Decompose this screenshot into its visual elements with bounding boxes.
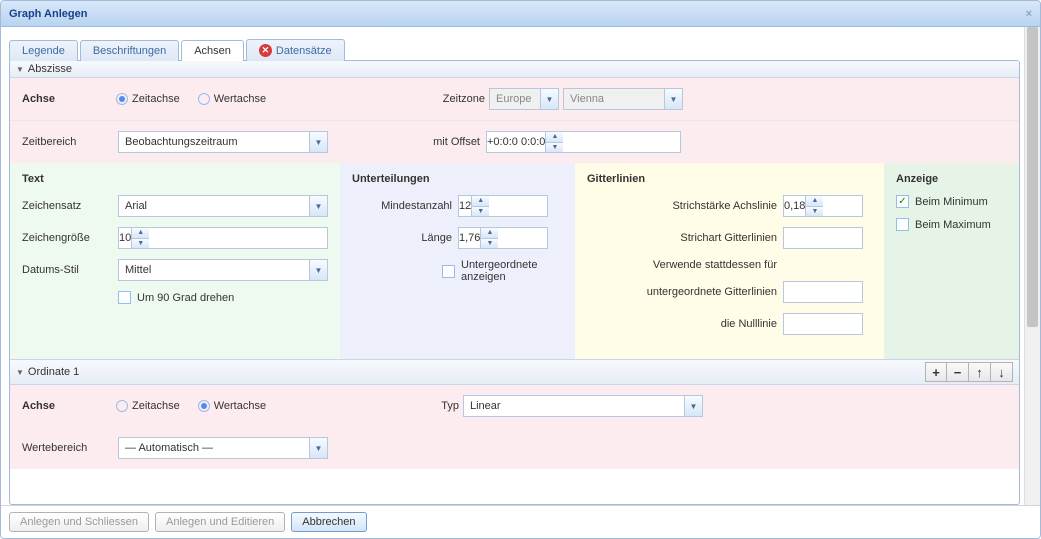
mindestanzahl-spinner[interactable]: 12 ▲▼ (458, 195, 548, 217)
move-up-button[interactable]: ↑ (969, 362, 991, 382)
spin-up-icon[interactable]: ▲ (546, 132, 563, 143)
verwende-label: Verwende stattdessen für (587, 259, 777, 271)
zeitbereich-combo[interactable]: Beobachtungszeitraum▼ (118, 131, 328, 153)
offset-spinner[interactable]: +0:0:0 0:0:0 ▲▼ (486, 131, 681, 153)
abszisse-header[interactable]: ▼ Abszisse (10, 61, 1019, 78)
abszisse-zeitbereich-row: Zeitbereich Beobachtungszeitraum▼ mit Of… (10, 121, 1019, 163)
beim-min-checkbox[interactable]: ✓Beim Minimum (896, 195, 988, 208)
nulllinie-label: die Nulllinie (587, 318, 777, 330)
strichart-label: Strichart Gitterlinien (587, 232, 777, 244)
zeitzone-label: Zeitzone (415, 93, 485, 105)
zeichengroesse-spinner[interactable]: 10 ▲▼ (118, 227, 328, 249)
remove-button[interactable]: − (947, 362, 969, 382)
spin-up-icon[interactable]: ▲ (806, 196, 823, 207)
move-down-button[interactable]: ↓ (991, 362, 1013, 382)
chevron-down-icon: ▼ (684, 396, 702, 416)
strichart-input[interactable] (783, 227, 863, 249)
zeitzone-city-combo[interactable]: Vienna▼ (563, 88, 683, 110)
strichstaerke-label: Strichstärke Achslinie (587, 200, 777, 212)
zeichengroesse-label: Zeichengröße (22, 232, 112, 244)
typ-label: Typ (419, 400, 459, 412)
anlegen-schliessen-button[interactable]: Anlegen und Schliessen (9, 512, 149, 532)
mindestanzahl-label: Mindestanzahl (352, 200, 452, 212)
ord-achse-label: Achse (22, 400, 112, 412)
untergeordnete-gitter-input[interactable] (783, 281, 863, 303)
wertebereich-combo[interactable]: — Automatisch —▼ (118, 437, 328, 459)
ord-radio-zeitachse[interactable]: Zeitachse (116, 400, 180, 412)
collapse-icon: ▼ (16, 368, 24, 377)
achse-label: Achse (22, 93, 112, 105)
laenge-spinner[interactable]: 1,76 ▲▼ (458, 227, 548, 249)
untergeordnete-anzeigen-checkbox[interactable]: Untergeordnete anzeigen (442, 259, 561, 283)
spin-down-icon[interactable]: ▼ (481, 239, 498, 249)
close-icon[interactable]: × (1026, 8, 1032, 20)
ord-radio-wertachse[interactable]: Wertachse (198, 400, 266, 412)
strichstaerke-spinner[interactable]: 0,18 ▲▼ (783, 195, 863, 217)
collapse-icon: ▼ (16, 65, 24, 74)
spin-up-icon[interactable]: ▲ (472, 196, 489, 207)
wertebereich-label: Wertebereich (22, 442, 112, 454)
spin-down-icon[interactable]: ▼ (806, 207, 823, 217)
chevron-down-icon: ▼ (540, 89, 558, 109)
tab-legende[interactable]: Legende (9, 40, 78, 61)
chevron-down-icon: ▼ (309, 132, 327, 152)
button-bar: Anlegen und Schliessen Anlegen und Editi… (1, 505, 1040, 538)
beim-max-checkbox[interactable]: Beim Maximum (896, 218, 991, 231)
chevron-down-icon: ▼ (309, 196, 327, 216)
radio-zeitachse[interactable]: Zeitachse (116, 93, 180, 105)
ordinate-achse-row: Achse Zeitachse Wertachse Typ Linear▼ (10, 385, 1019, 427)
abbrechen-button[interactable]: Abbrechen (291, 512, 366, 532)
abszisse-achse-row: Achse Zeitachse Wertachse Zeitzone Europ… (10, 78, 1019, 121)
chevron-down-icon: ▼ (309, 260, 327, 280)
ordinate-wertebereich-row: Wertebereich — Automatisch —▼ (10, 427, 1019, 469)
nulllinie-input[interactable] (783, 313, 863, 335)
datumsstil-combo[interactable]: Mittel▼ (118, 259, 328, 281)
datumsstil-label: Datums-Stil (22, 264, 112, 276)
tab-achsen[interactable]: Achsen (181, 40, 244, 61)
spin-down-icon[interactable]: ▼ (472, 207, 489, 217)
offset-label: mit Offset (410, 136, 480, 148)
unterteilungen-group: Unterteilungen Mindestanzahl 12 ▲▼ Länge (340, 163, 575, 359)
spin-up-icon[interactable]: ▲ (132, 228, 149, 239)
spin-down-icon[interactable]: ▼ (546, 143, 563, 153)
dialog-window: Graph Anlegen × Legende Beschriftungen A… (0, 0, 1041, 539)
laenge-label: Länge (352, 232, 452, 244)
tab-panel: ▼ Abszisse Achse Zeitachse Wertachse Zei… (9, 60, 1020, 505)
radio-wertachse[interactable]: Wertachse (198, 93, 266, 105)
zeitzone-region-combo[interactable]: Europe▼ (489, 88, 559, 110)
vertical-scrollbar[interactable] (1024, 27, 1040, 505)
chevron-down-icon: ▼ (664, 89, 682, 109)
tab-beschriftungen[interactable]: Beschriftungen (80, 40, 179, 61)
anlegen-editieren-button[interactable]: Anlegen und Editieren (155, 512, 285, 532)
zeichensatz-label: Zeichensatz (22, 200, 112, 212)
gitterlinien-group: Gitterlinien Strichstärke Achslinie 0,18… (575, 163, 884, 359)
rotate-checkbox[interactable]: Um 90 Grad drehen (118, 291, 234, 304)
zeichensatz-combo[interactable]: Arial▼ (118, 195, 328, 217)
chevron-down-icon: ▼ (309, 438, 327, 458)
tabstrip: Legende Beschriftungen Achsen ✕ Datensät… (9, 35, 1020, 61)
typ-combo[interactable]: Linear▼ (463, 395, 703, 417)
error-icon: ✕ (259, 44, 272, 57)
spin-down-icon[interactable]: ▼ (132, 239, 149, 249)
zeitbereich-label: Zeitbereich (22, 136, 112, 148)
untergeordnete-gitter-label: untergeordnete Gitterlinien (587, 286, 777, 298)
tab-datensaetze[interactable]: ✕ Datensätze (246, 39, 345, 61)
ordinate-header[interactable]: ▼ Ordinate 1 + − ↑ ↓ (10, 359, 1019, 385)
spin-up-icon[interactable]: ▲ (481, 228, 498, 239)
anzeige-group: Anzeige ✓Beim Minimum Beim Maximum (884, 163, 1019, 359)
window-title: Graph Anlegen (9, 8, 87, 20)
titlebar: Graph Anlegen × (1, 1, 1040, 27)
scroll-thumb[interactable] (1027, 27, 1038, 327)
text-group: Text Zeichensatz Arial▼ Zeichengröße 10 (10, 163, 340, 359)
add-button[interactable]: + (925, 362, 947, 382)
